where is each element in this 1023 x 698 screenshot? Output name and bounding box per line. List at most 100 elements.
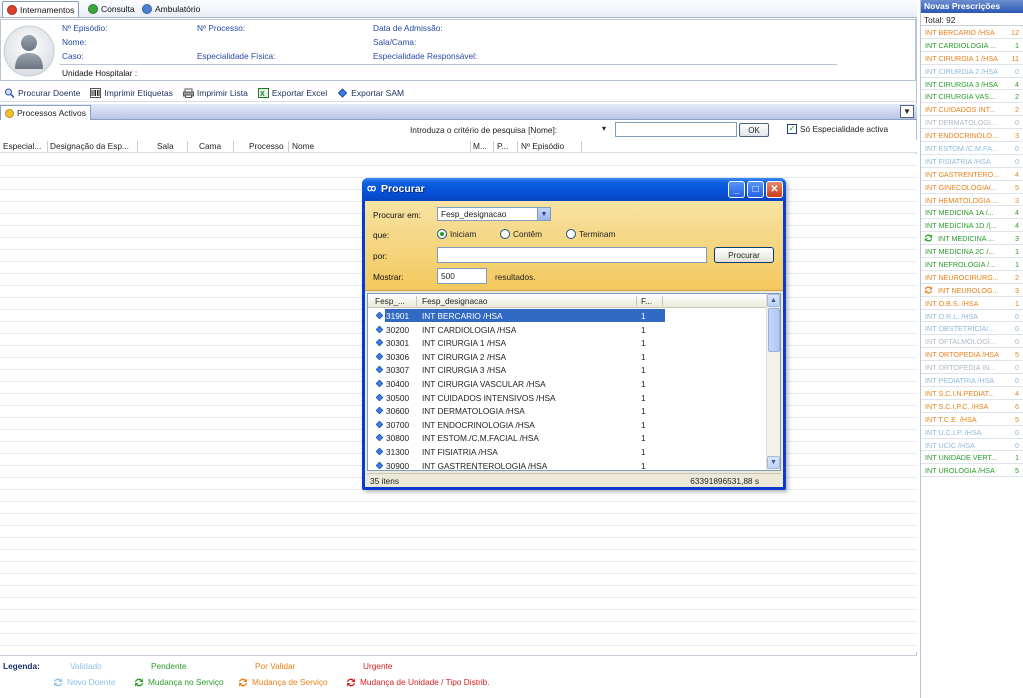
column-header[interactable]: Cama: [199, 141, 221, 151]
maximize-button[interactable]: □: [747, 181, 764, 198]
ok-button[interactable]: OK: [739, 123, 769, 137]
search-button[interactable]: Procurar: [714, 247, 774, 263]
tab-active-processes[interactable]: Processos Activos: [0, 105, 91, 120]
prescription-item[interactable]: INT GASTRENTERO... 4: [921, 168, 1023, 181]
list-item[interactable]: 31300 INT FISIATRIA /HSA 1: [368, 445, 768, 459]
radio-iniciam[interactable]: Iniciam: [437, 229, 476, 239]
prescription-item[interactable]: INT S.C.I.P.C. /HSA 6: [921, 400, 1023, 413]
item-count: 0: [1015, 144, 1019, 154]
tab-ambulatorio[interactable]: Ambulatório: [138, 1, 204, 17]
prescription-item[interactable]: INT MEDICINA 1A /... 4: [921, 206, 1023, 220]
prescription-item[interactable]: INT BERCARIO /HSA 12: [921, 26, 1023, 39]
prescription-item[interactable]: INT UNIDADE VERT... 1: [921, 451, 1023, 465]
list-item[interactable]: 30500 INT CUIDADOS INTENSIVOS /HSA 1: [368, 391, 768, 405]
prescription-item[interactable]: INT FISIATRIA /HSA 0: [921, 155, 1023, 168]
prescription-item[interactable]: INT ENDOCRINOLO... 3: [921, 129, 1023, 143]
max-results-input[interactable]: 500: [437, 268, 487, 284]
column-header[interactable]: Processo: [249, 141, 284, 151]
column-header[interactable]: P...: [497, 141, 508, 151]
column-header[interactable]: M...: [473, 141, 487, 151]
item-name: INT UCIC /HSA: [925, 440, 975, 450]
list-item[interactable]: 30301 INT CIRURGIA 1 /HSA 1: [368, 336, 768, 350]
search-patient-button[interactable]: Procurar Doente: [4, 88, 80, 98]
prescription-item[interactable]: INT ORTOPEDIA IN... 0: [921, 361, 1023, 375]
prescription-item[interactable]: INT MEDICINA 2C /... 1: [921, 245, 1023, 259]
chevron-down-icon[interactable]: ▼: [537, 208, 550, 220]
prescription-item[interactable]: INT ESTOM./C.M.FA... 0: [921, 142, 1023, 155]
specialty-name: INT FISIATRIA /HSA: [422, 446, 498, 457]
radio-contem[interactable]: Contêm: [500, 229, 542, 239]
vertical-scrollbar[interactable]: ▲ ▼: [766, 294, 780, 470]
list-item[interactable]: 30307 INT CIRURGIA 3 /HSA 1: [368, 363, 768, 377]
export-sam-button[interactable]: Exportar SAM: [337, 88, 404, 98]
results-list: Fesp_... Fesp_designacao F... 31901 INT B…: [367, 293, 781, 471]
prescription-item[interactable]: INT ORTOPEDIA /HSA 5: [921, 348, 1023, 362]
tab-consulta[interactable]: Consulta: [84, 1, 139, 17]
close-button[interactable]: ✕: [766, 181, 783, 198]
prescription-item[interactable]: INT CIRURGIA 1 /HSA 11: [921, 52, 1023, 65]
column-header[interactable]: Sala: [157, 141, 174, 151]
prescription-item[interactable]: INT NEUROLOG... 3: [921, 284, 1023, 297]
prescription-item[interactable]: INT OFTALMOLOGI... 0: [921, 335, 1023, 349]
legend-service-change-2: Mudança de Serviço: [237, 677, 328, 688]
prescription-item[interactable]: INT CARDIOLOGIA ... 1: [921, 39, 1023, 52]
prescription-item[interactable]: INT CIRURGIA VAS... 2: [921, 90, 1023, 104]
dialog-body: Procurar em: Fesp_designacao ▼ que: Inic…: [365, 201, 783, 487]
column-header[interactable]: Nº Episódio: [521, 141, 564, 151]
prescription-item[interactable]: INT UROLOGIA /HSA 5: [921, 464, 1023, 478]
list-item[interactable]: 30400 INT CIRURGIA VASCULAR /HSA 1: [368, 377, 768, 391]
column-header[interactable]: Especial...: [3, 141, 41, 151]
prescription-item[interactable]: INT GINECOLOGIA/... 5: [921, 181, 1023, 194]
diamond-bullet-icon: [376, 434, 383, 442]
prescription-item[interactable]: INT O.B.S. /HSA 1: [921, 297, 1023, 310]
column-header[interactable]: Designação da Esp...: [50, 141, 129, 151]
prescription-item[interactable]: INT PEDIATRIA /HSA 0: [921, 374, 1023, 387]
item-count: 5: [1015, 414, 1019, 424]
scroll-up-button[interactable]: ▲: [767, 294, 780, 307]
scroll-down-button[interactable]: ▼: [767, 456, 780, 469]
prescription-item[interactable]: INT OBSTETRICIA/... 0: [921, 322, 1023, 336]
prescription-item[interactable]: INT O.R.L. /HSA 0: [921, 310, 1023, 323]
prescription-item[interactable]: INT CIRURGIA 2 /HSA 0: [921, 65, 1023, 78]
prescription-item[interactable]: INT CUIDADOS INT... 2: [921, 103, 1023, 117]
dialog-titlebar[interactable]: ꝏ Procurar _ □ ✕: [362, 178, 786, 201]
export-excel-button[interactable]: X Exportar Excel: [257, 87, 327, 98]
criterion-input[interactable]: [615, 122, 737, 137]
print-labels-button[interactable]: Imprimir Etiquetas: [90, 87, 173, 98]
search-term-input[interactable]: [437, 247, 707, 263]
list-item[interactable]: 30900 INT GASTRENTEROLOGIA /HSA 1: [368, 459, 768, 470]
prescription-item[interactable]: INT NEUROCIRURG... 2: [921, 271, 1023, 284]
minimize-button[interactable]: _: [728, 181, 745, 198]
column-header[interactable]: Nome: [292, 141, 314, 151]
diamond-bullet-icon: [376, 407, 383, 415]
dropdown-arrow-icon[interactable]: ▾: [602, 124, 606, 133]
prescription-item[interactable]: INT CIRURGIA 3 /HSA 4: [921, 78, 1023, 91]
list-item[interactable]: 30306 INT CIRURGIA 2 /HSA 1: [368, 350, 768, 364]
prescription-item[interactable]: INT MEDICINA ... 3: [921, 232, 1023, 246]
panel-title: Novas Prescrições: [921, 0, 1023, 13]
prescription-item[interactable]: INT HEMATOLOGIA ... 3: [921, 194, 1023, 207]
radio-terminam[interactable]: Terminam: [566, 229, 615, 239]
prescription-item[interactable]: INT DERMATOLOGI... 0: [921, 116, 1023, 130]
print-list-button[interactable]: Imprimir Lista: [182, 88, 248, 98]
list-item[interactable]: 30200 INT CARDIOLOGIA /HSA 1: [368, 323, 768, 337]
list-item[interactable]: 31901 INT BERCARIO /HSA 1: [368, 309, 768, 323]
active-specialty-checkbox[interactable]: ✓ Só Especialidade activa: [787, 124, 888, 134]
prescription-item[interactable]: INT U.C.I.P. /HSA 0: [921, 426, 1023, 439]
item-name: INT HEMATOLOGIA ...: [925, 195, 999, 205]
dropdown-button[interactable]: ▼: [900, 105, 914, 118]
prescription-item[interactable]: INT NEFROLOGIA /... 1: [921, 258, 1023, 271]
list-item[interactable]: 30600 INT DERMATOLOGIA /HSA 1: [368, 404, 768, 418]
scroll-thumb[interactable]: [768, 308, 780, 352]
search-field-select[interactable]: Fesp_designacao ▼: [437, 207, 551, 221]
column-header[interactable]: Fesp_...: [375, 296, 405, 306]
list-item[interactable]: 30700 INT ENDOCRINOLOGIA /HSA 1: [368, 418, 768, 432]
prescription-item[interactable]: INT S.C.I.N.PEDIAT... 4: [921, 387, 1023, 400]
column-header[interactable]: Fesp_designacao: [422, 296, 488, 306]
prescription-item[interactable]: INT T.C.E. /HSA 5: [921, 413, 1023, 426]
tab-internamentos[interactable]: Internamentos: [2, 1, 80, 17]
column-header[interactable]: F...: [641, 296, 652, 306]
prescription-item[interactable]: INT MEDICINA 1D /(... 4: [921, 219, 1023, 233]
prescription-item[interactable]: INT UCIC /HSA 0: [921, 439, 1023, 452]
list-item[interactable]: 30800 INT ESTOM./C.M.FACIAL /HSA 1: [368, 431, 768, 445]
